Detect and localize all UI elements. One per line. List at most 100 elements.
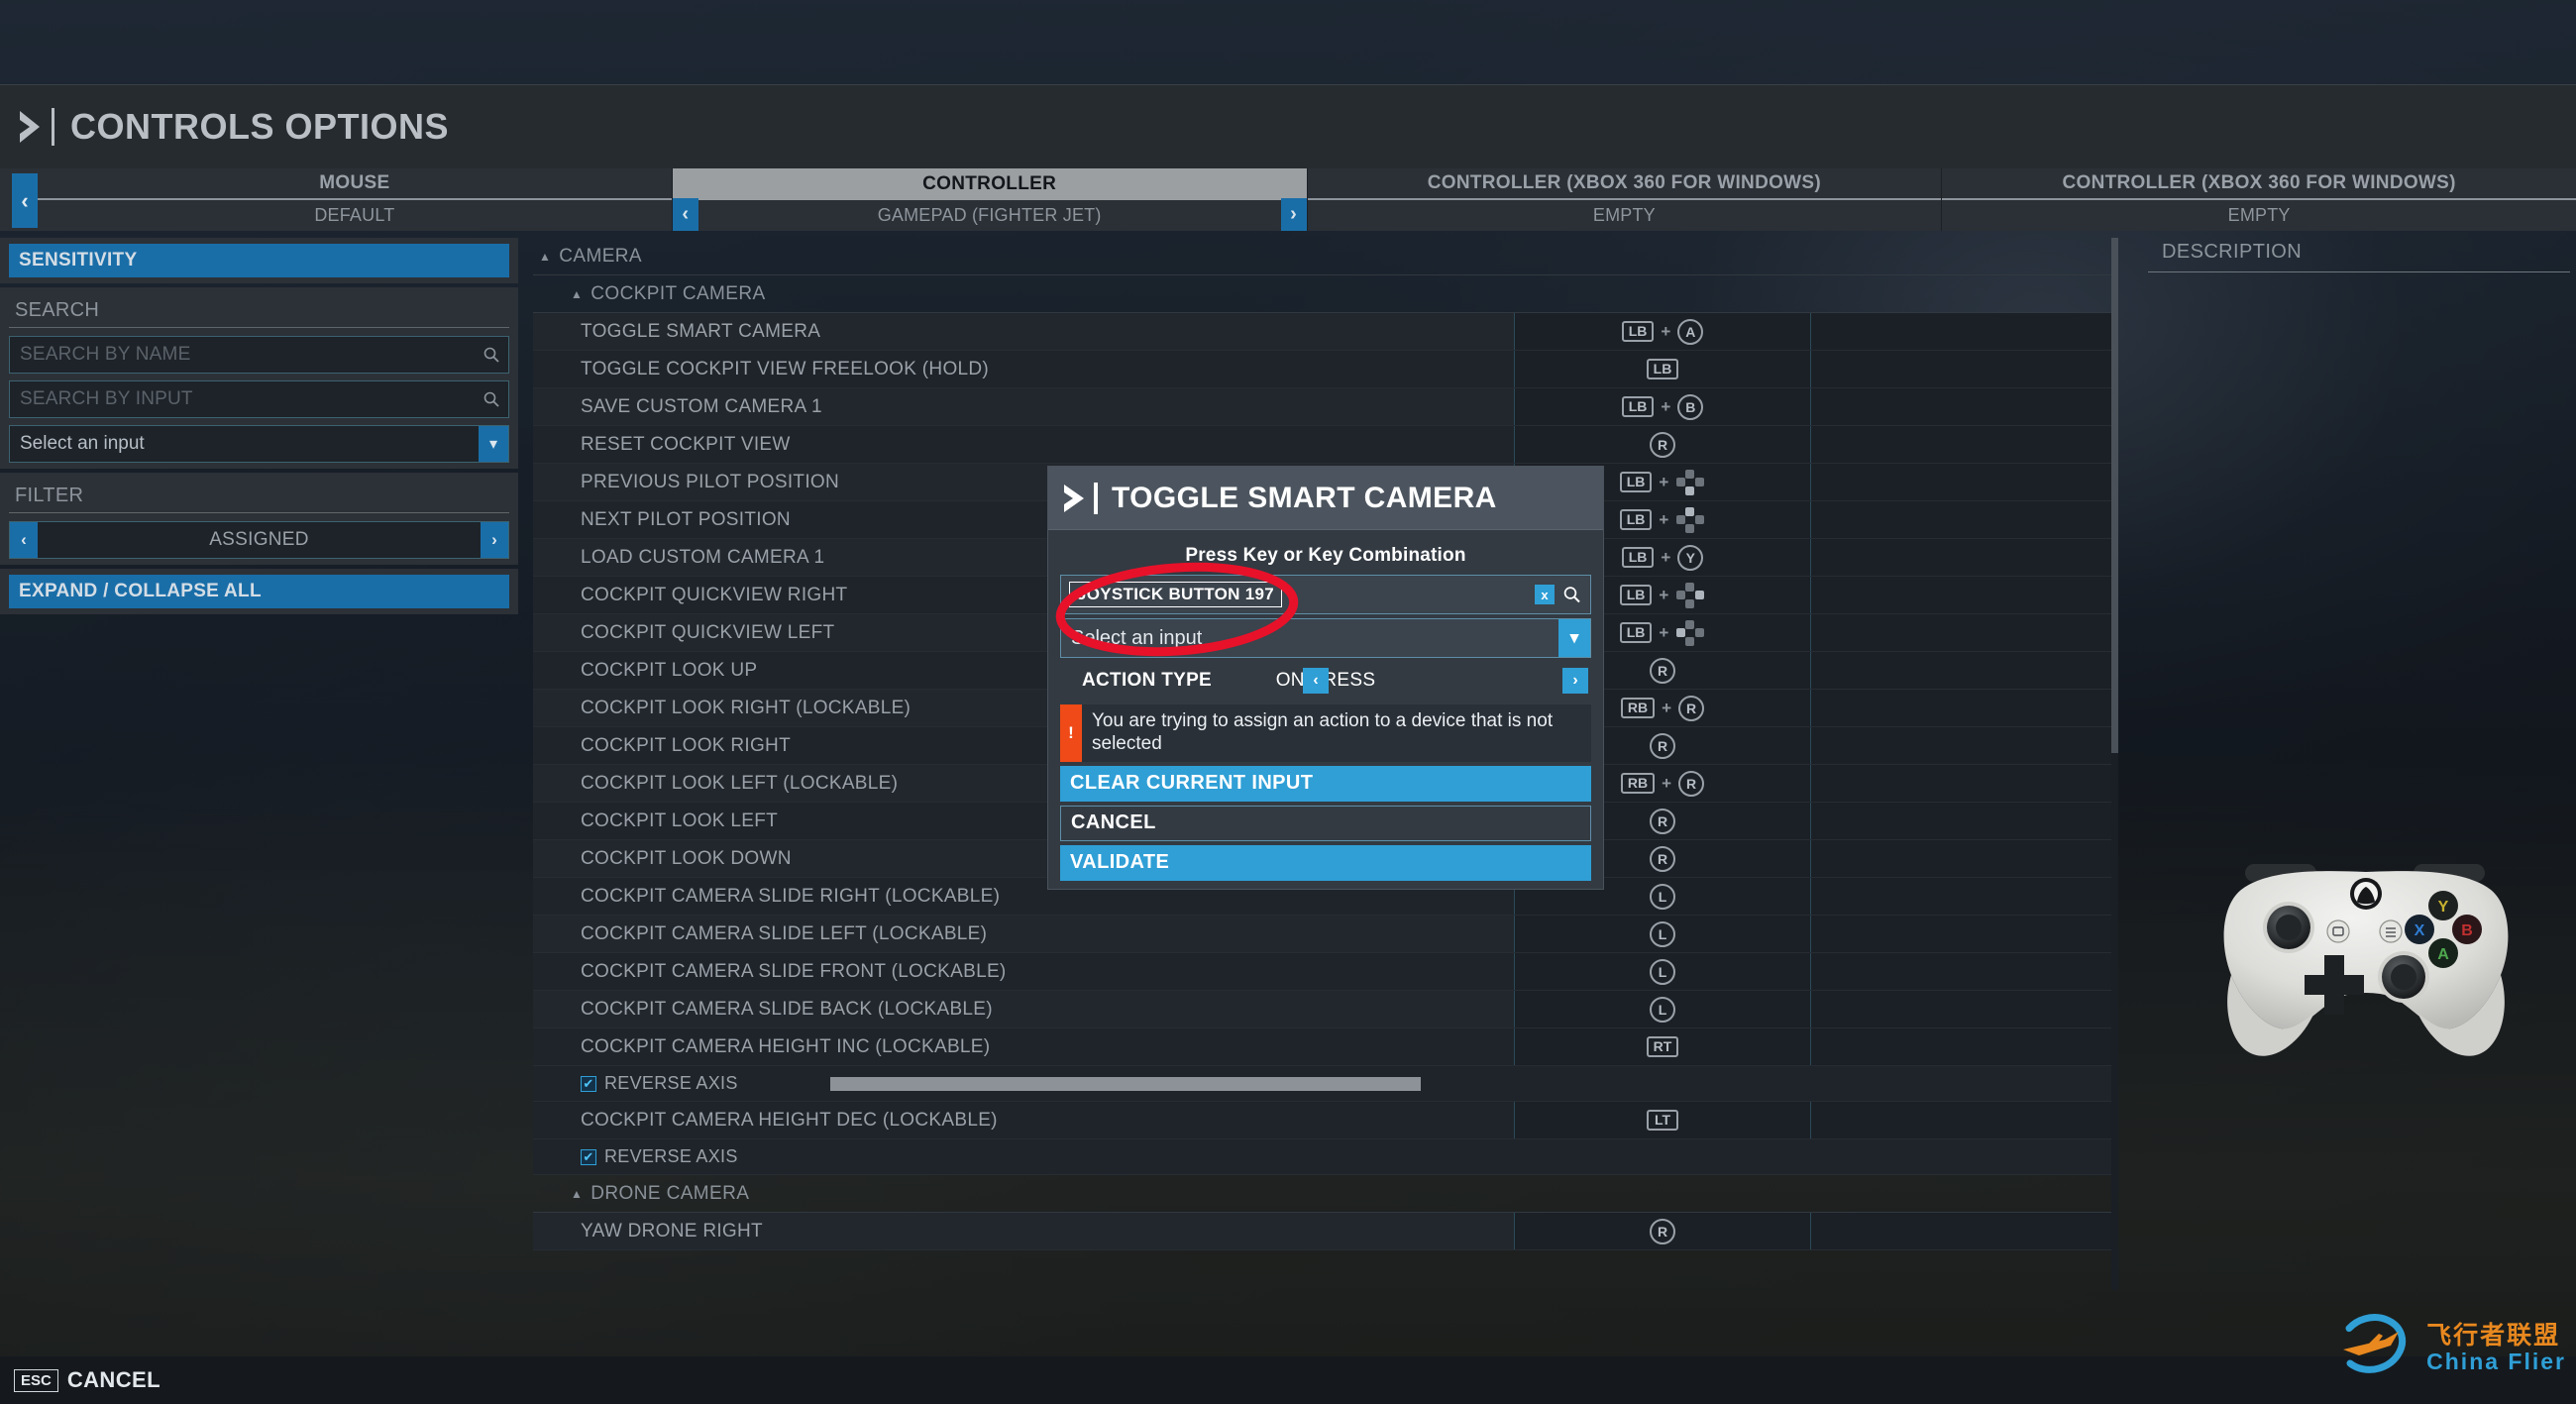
expand-collapse-all-button[interactable]: EXPAND / COLLAPSE ALL: [9, 575, 509, 608]
binding-slot-primary[interactable]: R: [1514, 1213, 1811, 1249]
binding-badges: RT: [1646, 1035, 1679, 1058]
binding-row[interactable]: COCKPIT CAMERA HEIGHT DEC (LOCKABLE) LT: [533, 1102, 2118, 1139]
controller-preset-next[interactable]: ›: [1280, 198, 1307, 231]
svg-text:B: B: [2461, 922, 2473, 939]
binding-row[interactable]: COCKPIT CAMERA HEIGHT INC (LOCKABLE) RT: [533, 1028, 2118, 1066]
binding-slot-secondary[interactable]: [1811, 1213, 2118, 1249]
bumper-lb-icon: LB: [1621, 320, 1655, 343]
close-icon[interactable]: x: [1535, 585, 1555, 604]
binding-slot-secondary[interactable]: [1811, 1102, 2118, 1138]
checkbox-icon[interactable]: ✔: [581, 1148, 596, 1165]
action-type-next-button[interactable]: ›: [1562, 668, 1588, 694]
filter-selector[interactable]: ‹ ASSIGNED ›: [9, 521, 509, 559]
controller-preset-prev[interactable]: ‹: [672, 198, 698, 231]
button-r-icon: R: [1650, 732, 1675, 759]
binding-action-name: SAVE CUSTOM CAMERA 1: [581, 395, 822, 417]
binding-slot-primary[interactable]: LB + B: [1514, 388, 1811, 425]
plus-separator: +: [1662, 773, 1672, 793]
binding-slot-secondary[interactable]: [1811, 652, 2118, 689]
binding-row[interactable]: RESET COCKPIT VIEW R: [533, 426, 2118, 464]
binding-slot-primary[interactable]: LT: [1514, 1102, 1811, 1138]
tab-xbox360-1-label: CONTROLLER (XBOX 360 FOR WINDOWS): [1307, 168, 1942, 200]
filter-value: ASSIGNED: [209, 529, 309, 550]
button-r-icon: R: [1650, 808, 1675, 834]
list-scrollbar[interactable]: [2111, 238, 2118, 1290]
binding-slot-secondary[interactable]: [1811, 803, 2118, 839]
search-by-input-input[interactable]: SEARCH BY INPUT: [9, 380, 509, 418]
binding-action-name: COCKPIT CAMERA SLIDE LEFT (LOCKABLE): [581, 922, 988, 944]
binding-row[interactable]: COCKPIT CAMERA SLIDE LEFT (LOCKABLE) L: [533, 916, 2118, 953]
binding-row[interactable]: YAW DRONE RIGHT R: [533, 1213, 2118, 1250]
tab-xbox360-2[interactable]: CONTROLLER (XBOX 360 FOR WINDOWS) EMPTY: [1942, 168, 2576, 231]
binding-slot-secondary[interactable]: [1811, 539, 2118, 576]
binding-slot-secondary[interactable]: [1811, 313, 2118, 350]
list-group-header[interactable]: ▲ CAMERA: [533, 238, 2118, 275]
action-type-prev-button[interactable]: ‹: [1303, 668, 1329, 694]
sensitivity-button[interactable]: SENSITIVITY: [9, 244, 509, 277]
binding-row[interactable]: COCKPIT CAMERA SLIDE BACK (LOCKABLE) L: [533, 991, 2118, 1028]
tab-prev-button[interactable]: ‹: [12, 173, 38, 228]
list-scrollbar-thumb[interactable]: [2111, 238, 2118, 753]
binding-slot-secondary[interactable]: [1811, 388, 2118, 425]
binding-slot-secondary[interactable]: [1811, 727, 2118, 764]
select-input-dropdown[interactable]: Select an input ▾: [9, 425, 509, 463]
binding-slot-secondary[interactable]: [1811, 614, 2118, 651]
button-y-icon: Y: [1677, 544, 1704, 571]
chevron-down-icon[interactable]: ▾: [1558, 619, 1590, 657]
binding-slot-secondary[interactable]: [1811, 426, 2118, 463]
binding-slot-secondary[interactable]: [1811, 464, 2118, 500]
clear-current-input-button[interactable]: CLEAR CURRENT INPUT: [1060, 765, 1591, 802]
binding-slot-secondary[interactable]: [1811, 1028, 2118, 1065]
binding-slot-primary[interactable]: RT: [1514, 1028, 1811, 1065]
binding-slot-secondary[interactable]: [1811, 878, 2118, 915]
warning-text: You are trying to assign an action to a …: [1092, 710, 1554, 754]
binding-slot-primary[interactable]: R: [1514, 426, 1811, 463]
list-group-header[interactable]: ▲ COCKPIT CAMERA: [533, 275, 2118, 313]
binding-row[interactable]: TOGGLE SMART CAMERA LB + A: [533, 313, 2118, 351]
search-icon[interactable]: [1562, 586, 1581, 604]
validate-button[interactable]: VALIDATE: [1060, 844, 1591, 881]
tab-controller[interactable]: CONTROLLER GAMEPAD (FIGHTER JET) ‹ ›: [672, 168, 1308, 231]
button-r-icon: R: [1650, 1218, 1675, 1244]
binding-slot-secondary[interactable]: [1811, 690, 2118, 726]
binding-row[interactable]: TOGGLE COCKPIT VIEW FREELOOK (HOLD) LB: [533, 351, 2118, 388]
binding-slot-secondary[interactable]: [1811, 765, 2118, 802]
button-b-icon: B: [1677, 393, 1704, 420]
chevron-down-icon[interactable]: ▾: [479, 426, 508, 462]
button-r-icon: R: [1650, 431, 1675, 458]
cancel-action-label[interactable]: CANCEL: [67, 1367, 161, 1393]
axis-slider[interactable]: [830, 1076, 1422, 1091]
filter-next-button[interactable]: ›: [481, 522, 508, 558]
binding-slot-secondary[interactable]: [1811, 840, 2118, 877]
binding-slot-secondary[interactable]: [1811, 953, 2118, 990]
watermark: 飞行者联盟 China Flier: [2329, 1310, 2566, 1386]
binding-slot-secondary[interactable]: [1811, 351, 2118, 387]
tab-mouse[interactable]: MOUSE DEFAULT: [38, 168, 673, 231]
dpad-right-icon: [1675, 582, 1705, 608]
plus-separator: +: [1659, 585, 1669, 604]
search-by-name-input[interactable]: SEARCH BY NAME: [9, 336, 509, 374]
binding-slot-secondary[interactable]: [1811, 577, 2118, 613]
binding-row[interactable]: COCKPIT CAMERA SLIDE FRONT (LOCKABLE) L: [533, 953, 2118, 991]
list-group-header[interactable]: ▲ DRONE CAMERA: [533, 1175, 2118, 1213]
cancel-button[interactable]: CANCEL: [1060, 805, 1591, 841]
filter-prev-button[interactable]: ‹: [10, 522, 38, 558]
binding-slot-secondary[interactable]: [1811, 916, 2118, 952]
binding-slot-secondary[interactable]: [1811, 991, 2118, 1027]
binding-slot-primary[interactable]: L: [1514, 991, 1811, 1027]
bumper-lb-icon: LB: [1619, 621, 1653, 644]
modal-select-input-dropdown[interactable]: Select an input ▾: [1060, 618, 1591, 658]
binding-slot-primary[interactable]: L: [1514, 953, 1811, 990]
binding-slot-primary[interactable]: LB + A: [1514, 313, 1811, 350]
checkbox-icon[interactable]: ✔: [581, 1075, 596, 1092]
reverse-axis-checkbox[interactable]: ✔ REVERSE AXIS: [533, 1073, 830, 1094]
binding-slot-primary[interactable]: LB: [1514, 351, 1811, 387]
tab-xbox360-1[interactable]: CONTROLLER (XBOX 360 FOR WINDOWS) EMPTY: [1307, 168, 1943, 231]
binding-row[interactable]: SAVE CUSTOM CAMERA 1 LB + B: [533, 388, 2118, 426]
svg-text:A: A: [2437, 946, 2449, 963]
binding-slot-secondary[interactable]: [1811, 501, 2118, 538]
key-combination-field[interactable]: JOYSTICK BUTTON 197 x: [1060, 575, 1591, 614]
binding-slot-primary[interactable]: L: [1514, 916, 1811, 952]
reverse-axis-checkbox[interactable]: ✔ REVERSE AXIS: [533, 1146, 830, 1167]
binding-action-name: TOGGLE COCKPIT VIEW FREELOOK (HOLD): [581, 358, 990, 379]
